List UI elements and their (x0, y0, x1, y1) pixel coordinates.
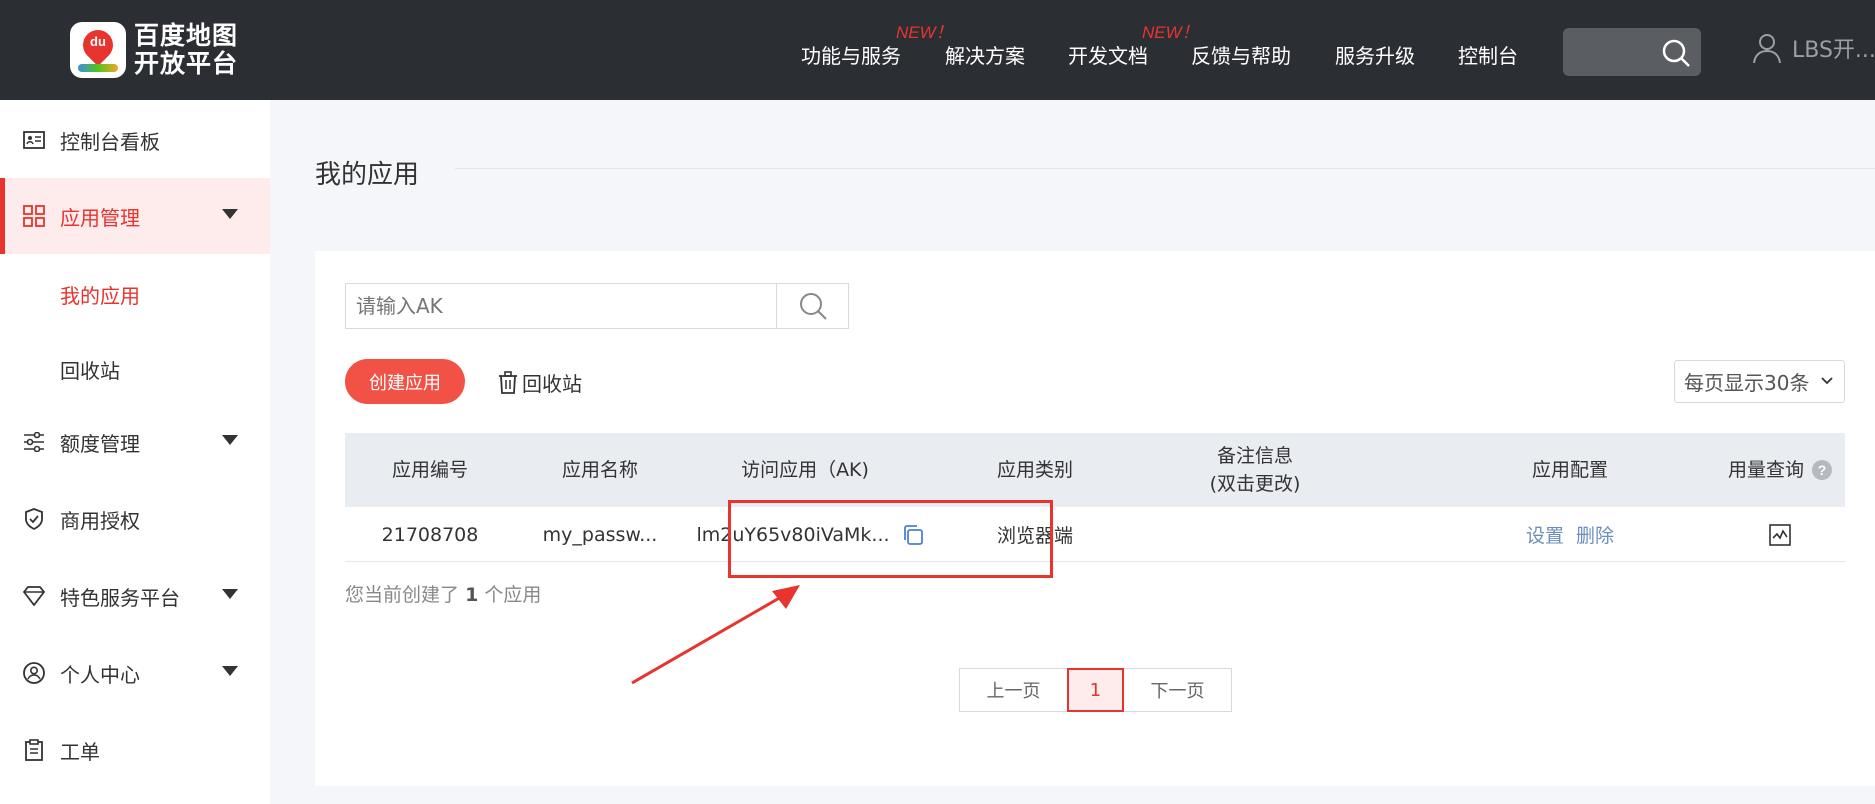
ak-search-input[interactable] (345, 283, 777, 329)
sidebar-item-work-order[interactable]: 工单 (0, 712, 270, 788)
page-1-button[interactable]: 1 (1067, 668, 1124, 712)
ak-search-button[interactable] (776, 283, 849, 329)
help-icon[interactable]: ? (1812, 460, 1832, 480)
user-menu[interactable]: LBS开... (1752, 32, 1875, 64)
summary-prefix: 您当前创建了 (345, 584, 460, 606)
app-name-cell: my_passw... (542, 523, 658, 546)
nav-features[interactable]: 功能与服务 (801, 40, 901, 69)
note-cell[interactable] (1145, 507, 1365, 562)
search-icon (799, 293, 827, 320)
dashboard-icon (22, 128, 46, 152)
caret-down-icon (222, 435, 238, 445)
sidebar-item-label: 控制台看板 (60, 129, 160, 154)
app-count-summary: 您当前创建了 1 个应用 (345, 580, 541, 607)
sidebar-item-personal-center[interactable]: 个人中心 (0, 635, 270, 711)
summary-count: 1 (465, 584, 479, 606)
sidebar-subitem-my-apps[interactable]: 我的应用 (60, 280, 140, 309)
next-page-button[interactable]: 下一页 (1123, 668, 1232, 712)
col-category: 应用类别 (996, 459, 1073, 481)
col-ak: 访问应用（AK) (741, 459, 869, 481)
caret-down-icon (222, 209, 238, 219)
logo-badge-text: du (90, 34, 106, 49)
annotation-arrow (631, 585, 800, 685)
trash-icon (499, 370, 517, 394)
header-search[interactable] (1563, 28, 1701, 76)
col-config: 应用配置 (1531, 459, 1608, 481)
grid-icon (22, 204, 46, 228)
highlight-box (728, 500, 1053, 578)
col-note: 备注信息 (双击更改) (1209, 445, 1301, 495)
caret-down-icon (222, 589, 238, 599)
sidebar-item-label: 额度管理 (60, 431, 140, 456)
sidebar-item-featured-services[interactable]: 特色服务平台 (0, 558, 270, 634)
nav-upgrade[interactable]: 服务升级 (1335, 40, 1415, 69)
delete-link[interactable]: 删除 (1576, 521, 1614, 548)
baidu-map-logo[interactable]: du 百度地图开放平台 (70, 22, 246, 78)
summary-suffix: 个应用 (484, 584, 542, 606)
title-divider (455, 168, 1875, 169)
create-app-button[interactable]: 创建应用 (345, 359, 465, 404)
chart-icon[interactable] (1769, 523, 1791, 546)
sidebar: 控制台看板 应用管理 我的应用 回收站 额度管理 商用授权 特色服务平台 个人中 (0, 100, 270, 804)
nav-console[interactable]: 控制台 (1458, 40, 1518, 69)
logo-text: 百度地图开放平台 (134, 21, 239, 78)
user-name: LBS开... (1792, 38, 1875, 63)
recycle-bin-label: 回收站 (522, 372, 582, 396)
sidebar-item-label: 特色服务平台 (60, 585, 180, 610)
config-cell: 设置 删除 (1515, 507, 1625, 562)
search-icon[interactable] (1661, 38, 1690, 67)
per-page-value: 每页显示30条 (1684, 371, 1810, 395)
nav-solutions[interactable]: 解决方案 (945, 40, 1025, 69)
user-circle-icon (22, 661, 46, 685)
col-usage-label: 用量查询 (1727, 459, 1804, 481)
sidebar-item-label: 应用管理 (60, 205, 140, 230)
shield-check-icon (22, 507, 46, 531)
sidebar-subitem-recycle-bin[interactable]: 回收站 (60, 355, 120, 384)
clipboard-icon (22, 738, 46, 762)
settings-link[interactable]: 设置 (1526, 521, 1564, 548)
sliders-icon (22, 430, 46, 454)
sidebar-item-quota[interactable]: 额度管理 (0, 404, 270, 480)
user-icon (1753, 34, 1781, 64)
svg-text:?: ? (1818, 462, 1827, 478)
table-header: 应用编号 应用名称 访问应用（AK) 应用类别 备注信息 (双击更改) 应用配置… (345, 433, 1845, 507)
page-title: 我的应用 (315, 160, 420, 190)
caret-down-icon (222, 666, 238, 676)
usage-cell (1715, 507, 1845, 562)
sidebar-item-app-management[interactable]: 应用管理 (0, 178, 270, 254)
sidebar-item-label: 个人中心 (60, 662, 140, 687)
chevron-down-icon (1821, 377, 1833, 385)
nav-feedback[interactable]: 反馈与帮助 (1191, 40, 1291, 69)
sidebar-item-label: 商用授权 (60, 508, 140, 533)
sidebar-item-label: 工单 (60, 739, 100, 764)
col-app-id: 应用编号 (391, 459, 468, 481)
prev-page-button[interactable]: 上一页 (959, 668, 1068, 712)
sidebar-item-dashboard[interactable]: 控制台看板 (0, 102, 270, 178)
app-id-cell: 21708708 (381, 523, 479, 546)
sidebar-item-commercial-license[interactable]: 商用授权 (0, 481, 270, 557)
table-row: 21708708 my_passw... lm2uY65v80iVaMk... … (345, 507, 1845, 562)
top-header: du 百度地图开放平台 NEW！ NEW！ 功能与服务 解决方案 开发文档 反馈… (0, 0, 1875, 100)
nav-docs[interactable]: 开发文档 (1068, 40, 1148, 69)
col-app-name: 应用名称 (561, 459, 638, 481)
recycle-bin-link[interactable]: 回收站 (498, 368, 582, 397)
gem-icon (22, 584, 46, 608)
logo-badge: du (70, 22, 126, 78)
per-page-select[interactable]: 每页显示30条 (1674, 360, 1845, 403)
col-usage: 用量查询 ? (1715, 433, 1845, 507)
pagination: 上一页 1 下一页 (959, 668, 1232, 712)
